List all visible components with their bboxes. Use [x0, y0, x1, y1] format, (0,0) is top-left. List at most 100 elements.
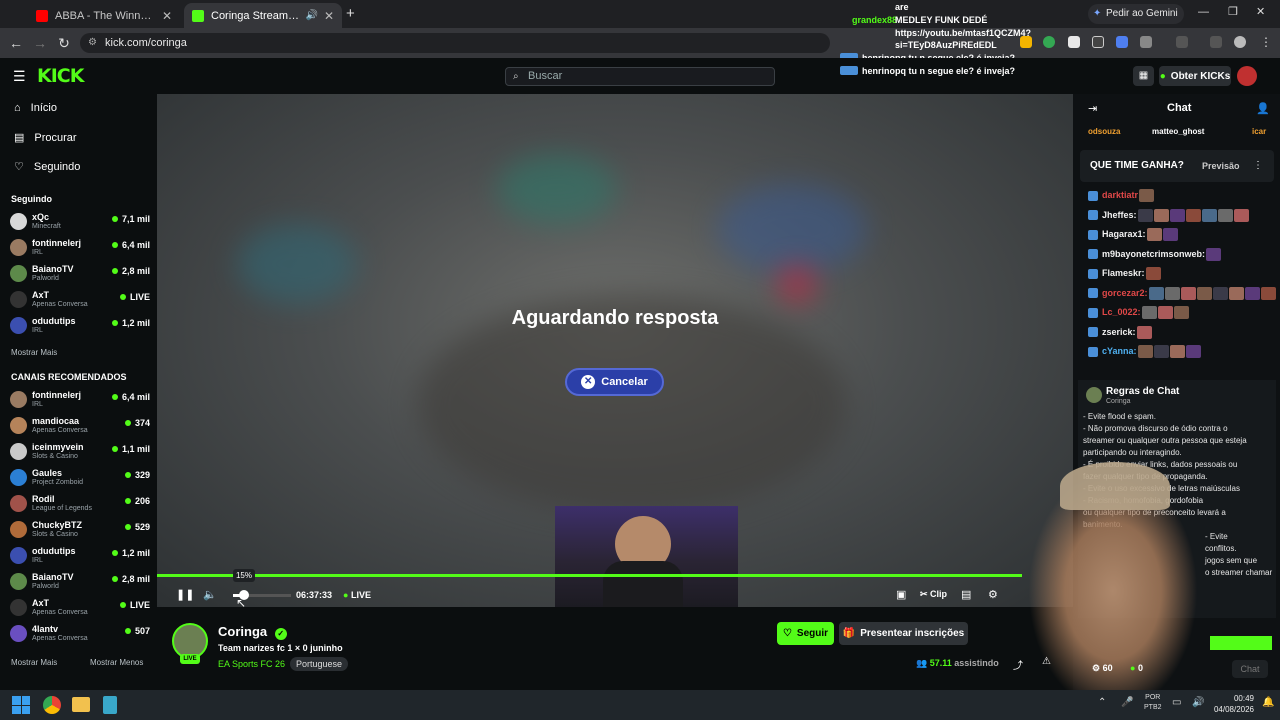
collapse-chat-icon[interactable]: ⇥: [1088, 102, 1097, 115]
top-gifter[interactable]: icar: [1252, 127, 1266, 136]
profile-sync-icon[interactable]: [1176, 36, 1188, 48]
kick-logo[interactable]: KICK: [37, 65, 84, 87]
notepad-icon[interactable]: [103, 696, 117, 714]
address-bar[interactable]: ⚙ kick.com/coringa: [80, 33, 830, 53]
webcam-overlay: [555, 506, 738, 607]
video-scene-blob: [717, 184, 867, 274]
sidebar-channel[interactable]: ChuckyBTZ Slots & Casino 529: [10, 518, 150, 542]
follow-button[interactable]: ♡ Seguir: [777, 622, 834, 645]
viewer-count: 374: [125, 418, 150, 428]
category-link[interactable]: EA Sports FC 26: [218, 659, 285, 669]
emote-icon: [1260, 286, 1276, 300]
channel-game: League of Legends: [32, 505, 92, 512]
forward-icon[interactable]: →: [30, 33, 50, 53]
progress-bar[interactable]: [157, 574, 1022, 577]
gift-subs-button[interactable]: 🎁 Presentear inscrições: [839, 622, 968, 645]
viewer-count: 6,4 mil: [112, 392, 150, 402]
show-more-button[interactable]: Mostrar Mais: [11, 658, 57, 667]
extension-icon[interactable]: [1092, 36, 1104, 48]
pause-icon[interactable]: ❚❚: [176, 588, 194, 601]
speaker-icon[interactable]: 🔊: [305, 10, 317, 21]
top-gifter[interactable]: odsouza: [1088, 127, 1120, 136]
menu-dots-icon[interactable]: ⋮: [1260, 35, 1272, 49]
back-icon[interactable]: ←: [6, 33, 26, 53]
more-icon[interactable]: ⋮: [1253, 160, 1263, 171]
sidebar-channel[interactable]: AxT Apenas Conversa LIVE: [10, 596, 150, 620]
site-info-icon[interactable]: ⚙: [88, 33, 97, 53]
gift-label: Presentear inscrições: [860, 628, 965, 639]
captions-icon[interactable]: ▤: [961, 588, 971, 601]
downloads-icon[interactable]: [1210, 36, 1222, 48]
sidebar-channel[interactable]: iceinmyvein Slots & Casino 1,1 mil: [10, 440, 150, 464]
sidebar-channel[interactable]: AxT Apenas Conversa LIVE: [10, 288, 150, 312]
hamburger-menu-icon[interactable]: ☰: [13, 68, 26, 85]
windows-start-icon[interactable]: [12, 696, 30, 714]
emote-group: [1145, 267, 1161, 280]
sidebar-channel[interactable]: xQc Minecraft 7,1 mil: [10, 210, 150, 234]
notifications-icon[interactable]: 🔔: [1262, 697, 1274, 708]
sidebar-channel[interactable]: odudutips IRL 1,2 mil: [10, 314, 150, 338]
layout-icon[interactable]: ▦: [1133, 66, 1154, 86]
tray-chevron-icon[interactable]: ⌃: [1098, 697, 1106, 708]
tab-coringa[interactable]: Coringa Stream - Watch Live 🔊 ✕: [184, 3, 342, 28]
gemini-button[interactable]: ✦ Pedir ao Gemini: [1088, 4, 1184, 24]
rule-line: o streamer chamar: [1205, 568, 1273, 577]
sidebar-channel[interactable]: fontinnelerj IRL 6,4 mil: [10, 236, 150, 260]
rule-line: - Evite: [1205, 532, 1228, 541]
search-input[interactable]: ⌕ Buscar: [505, 67, 775, 86]
close-tab-icon[interactable]: ✕: [162, 9, 172, 23]
top-gifter[interactable]: matteo_ghost: [1152, 127, 1204, 136]
emote-icon: [1148, 286, 1164, 300]
microphone-icon[interactable]: 🎤: [1121, 697, 1133, 708]
file-explorer-icon[interactable]: [72, 697, 90, 712]
bits-counter[interactable]: ⚙ 60: [1092, 663, 1113, 674]
badge-icon: [840, 66, 858, 75]
chat-users-icon[interactable]: 👤: [1256, 102, 1270, 115]
clip-button[interactable]: ✂ Clip: [920, 589, 947, 600]
show-more-button[interactable]: Mostrar Mais: [11, 348, 57, 357]
kicks-counter[interactable]: ● 0: [1130, 663, 1143, 673]
settings-icon[interactable]: ⚙: [988, 588, 998, 601]
get-kicks-button[interactable]: ● Obter KICKs: [1159, 66, 1231, 86]
sidebar-channel[interactable]: 4lantv Apenas Conversa 507: [10, 622, 150, 646]
minimize-icon[interactable]: —: [1198, 6, 1209, 18]
extension-icon[interactable]: [1043, 36, 1055, 48]
language-indicator[interactable]: POR PTB2: [1144, 693, 1162, 713]
clock[interactable]: 00:49 04/08/2026: [1208, 693, 1254, 715]
close-tab-icon[interactable]: ✕: [324, 9, 334, 23]
tab-abba[interactable]: ABBA - The Winner Takes It All ✕: [28, 3, 180, 28]
avatar[interactable]: [1234, 36, 1246, 48]
network-icon[interactable]: ▭: [1172, 697, 1181, 708]
nav-following[interactable]: ♡ Seguindo: [14, 160, 80, 174]
sidebar-channel[interactable]: mandiocaa Apenas Conversa 374: [10, 414, 150, 438]
extension-icon[interactable]: [1068, 36, 1080, 48]
sidebar-channel[interactable]: BaianoTV Palworld 2,8 mil: [10, 262, 150, 286]
channel-name-row[interactable]: Coringa ✓: [218, 624, 287, 640]
sidebar-channel[interactable]: Gaules Project Zomboid 329: [10, 466, 150, 490]
restore-icon[interactable]: ❐: [1228, 5, 1238, 18]
reload-icon[interactable]: ↻: [54, 33, 74, 53]
cancel-button[interactable]: ✕ Cancelar: [565, 368, 664, 396]
user-avatar[interactable]: [1237, 66, 1257, 86]
send-chat-button[interactable]: Chat: [1232, 660, 1268, 678]
nav-browse[interactable]: ▤ Procurar: [14, 131, 77, 145]
sidebar-channel[interactable]: fontinnelerj IRL 6,4 mil: [10, 388, 150, 412]
puzzle-icon[interactable]: [1140, 36, 1152, 48]
sidebar-channel[interactable]: odudutips IRL 1,2 mil: [10, 544, 150, 568]
emote-icon: [1153, 208, 1169, 222]
window-close-icon[interactable]: ✕: [1256, 5, 1265, 18]
chrome-icon[interactable]: [43, 696, 61, 714]
volume-tray-icon[interactable]: 🔊: [1192, 697, 1204, 708]
extension-icon[interactable]: [1116, 36, 1128, 48]
show-less-button[interactable]: Mostrar Menos: [90, 658, 143, 667]
language-tag[interactable]: Portuguese: [290, 657, 349, 671]
nav-home[interactable]: ⌂ Início: [14, 102, 57, 114]
new-tab-button[interactable]: +: [346, 5, 355, 22]
viewer-count: 1,2 mil: [112, 548, 150, 558]
theater-mode-icon[interactable]: ▣: [896, 588, 906, 601]
sidebar-channel[interactable]: Rodil League of Legends 206: [10, 492, 150, 516]
overlay-chat-text: pq tu n segue ele? é inveja?: [895, 66, 1016, 76]
sidebar-channel[interactable]: BaianoTV Palworld 2,8 mil: [10, 570, 150, 594]
volume-icon[interactable]: 🔈: [203, 588, 217, 601]
share-icon[interactable]: ⤴: [1013, 657, 1023, 672]
